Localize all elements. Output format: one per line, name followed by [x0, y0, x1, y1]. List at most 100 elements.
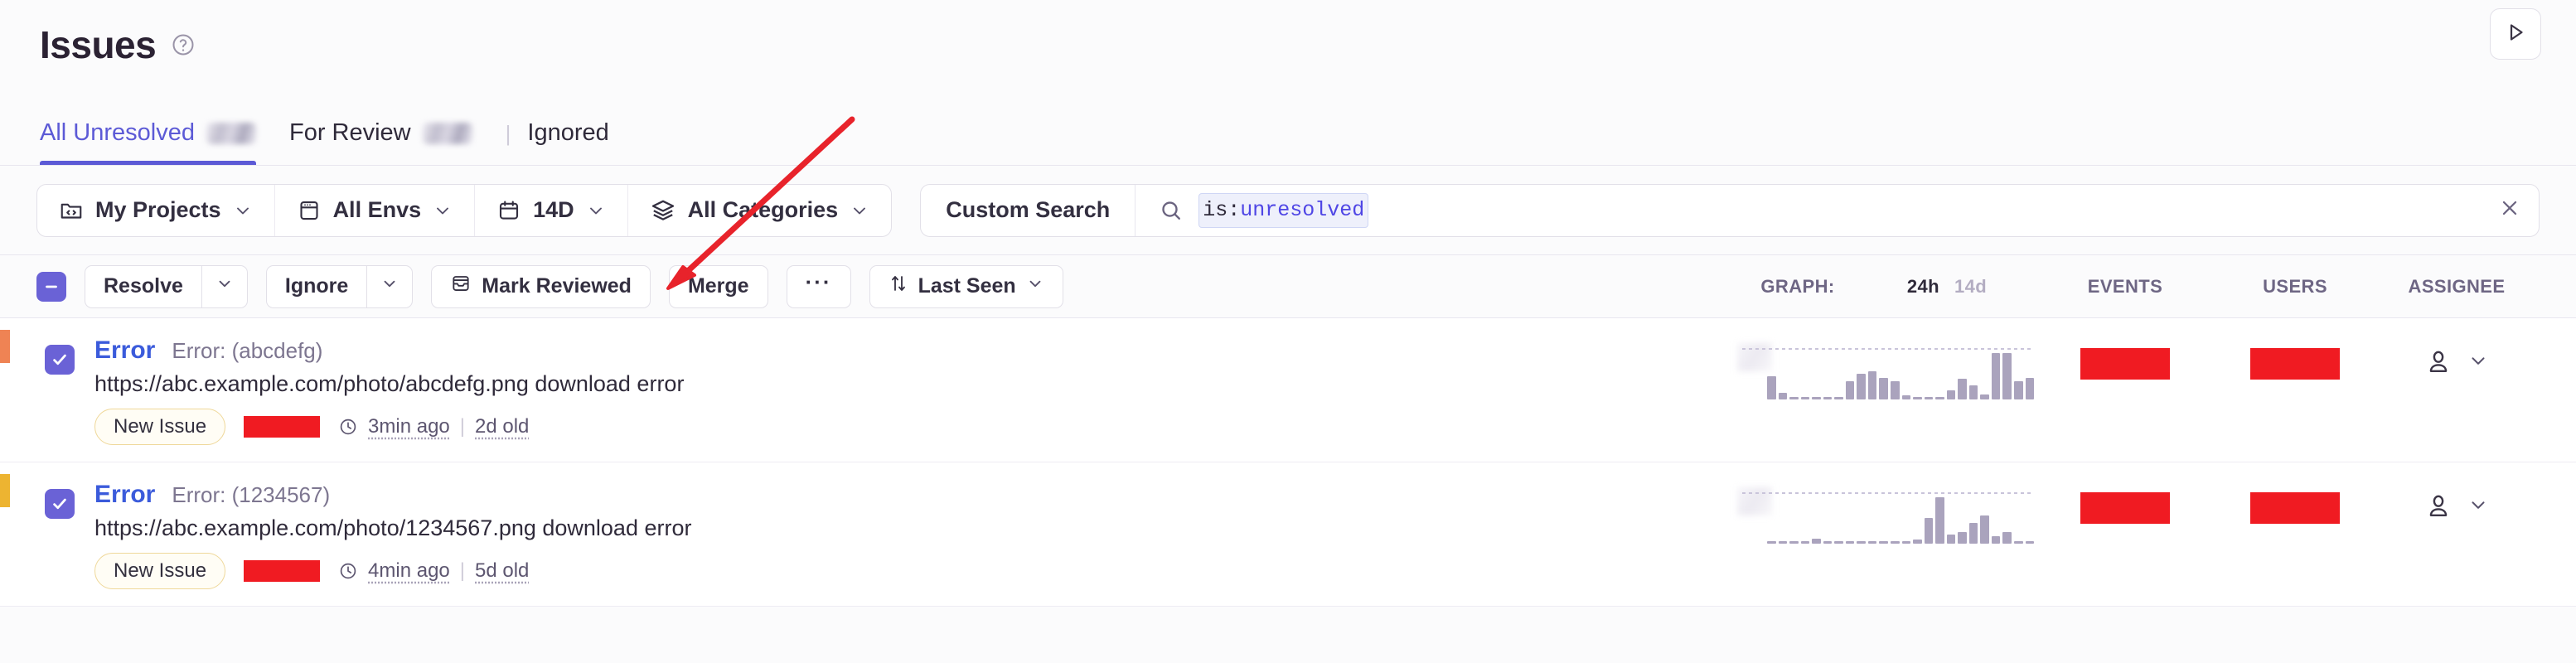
tab-ignored[interactable]: Ignored — [527, 119, 608, 165]
ignore-button[interactable]: Ignore — [265, 264, 367, 308]
time-divider: | — [459, 415, 466, 438]
tab-for-review[interactable]: For Review — [289, 119, 472, 165]
assignee-cell[interactable] — [2374, 318, 2540, 376]
filter-all-envs[interactable]: All Envs — [275, 184, 476, 236]
query-value: unresolved — [1240, 197, 1365, 222]
users-count-redacted — [2250, 492, 2340, 524]
sparkline-bar — [1767, 376, 1776, 399]
events-column-header: EVENTS — [2087, 275, 2163, 297]
inbox-icon — [450, 273, 472, 300]
issue-message: https://abc.example.com/photo/abcdefg.pn… — [94, 371, 685, 396]
users-count-cell — [2216, 462, 2374, 524]
resolve-split-button: Resolve — [85, 264, 248, 308]
tab-label: All Unresolved — [40, 119, 195, 146]
sparkline-bar — [1812, 396, 1821, 399]
resolve-button[interactable]: Resolve — [85, 264, 201, 308]
filter-time-range[interactable]: 14D — [475, 184, 628, 236]
sparkline-bar — [1991, 535, 2001, 544]
sparkline-bar — [1879, 377, 1889, 399]
events-count-cell — [2034, 318, 2216, 380]
question-circle-icon[interactable] — [171, 32, 196, 57]
merge-button[interactable]: Merge — [668, 264, 768, 308]
users-count-redacted — [2250, 348, 2340, 380]
graph-range-24h[interactable]: 24h — [1907, 276, 1939, 298]
filter-all-categories[interactable]: All Categories — [628, 185, 892, 236]
issue-sparkline-cell — [1736, 462, 2035, 544]
time-divider: | — [459, 559, 466, 582]
custom-search-button[interactable]: Custom Search — [921, 184, 1136, 236]
play-button[interactable] — [2490, 8, 2541, 60]
sparkline-bar — [1879, 540, 1889, 544]
tab-badge-redacted — [206, 122, 256, 144]
events-count-redacted — [2080, 492, 2170, 524]
row-checkbox[interactable] — [45, 345, 75, 375]
mark-reviewed-button[interactable]: Mark Reviewed — [431, 264, 651, 308]
mark-reviewed-label: Mark Reviewed — [482, 274, 632, 298]
search-icon — [1159, 198, 1184, 223]
clock-icon — [338, 561, 358, 581]
filter-label: 14D — [533, 197, 574, 222]
sort-button[interactable]: Last Seen — [869, 264, 1063, 308]
sparkline-bar — [1823, 396, 1833, 399]
filter-my-projects[interactable]: My Projects — [37, 184, 275, 236]
close-x-icon — [2497, 196, 2522, 225]
column-headers: GRAPH: 24h 14d EVENTS USERS ASSIGNEE — [1736, 255, 2540, 317]
sparkline-bar — [1913, 540, 1922, 544]
issue-sparkline-cell — [1736, 318, 2035, 399]
users-column-header: USERS — [2263, 275, 2327, 297]
sparkline-bar — [1778, 540, 1788, 544]
chevron-down-icon[interactable] — [2467, 494, 2489, 520]
filter-bar: My Projects All Envs 14D All Categories … — [0, 166, 2576, 255]
sparkline-bar — [1980, 515, 1989, 544]
last-seen-value: 4min ago — [368, 559, 450, 582]
search-clear-button[interactable] — [2481, 185, 2539, 236]
issues-page: Issues All Unresolved For Review | Ignor… — [0, 0, 2576, 663]
search-bar: Custom Search is: unresolved — [920, 183, 2540, 237]
sparkline-bar — [1924, 396, 1934, 399]
sparkline-bars — [1767, 492, 2035, 544]
tab-all-unresolved[interactable]: All Unresolved — [40, 119, 256, 165]
issue-timestamps: 4min ago | 5d old — [338, 559, 529, 583]
last-seen-value: 3min ago — [368, 415, 450, 438]
graph-range-toggle: 24h 14d — [1860, 276, 2034, 298]
table-row[interactable]: Error Error: (abcdefg) https://abc.examp… — [0, 318, 2576, 462]
issue-tabs: All Unresolved For Review | Ignored — [0, 90, 2576, 166]
sparkline-bar — [1968, 385, 1978, 399]
page-title: Issues — [40, 23, 157, 66]
folder-code-icon — [59, 198, 84, 223]
events-count-cell — [2034, 462, 2216, 524]
search-query-token[interactable]: is: unresolved — [1198, 192, 1369, 228]
calendar-icon — [496, 198, 521, 223]
sparkline-bar — [2014, 540, 2023, 544]
issue-title-link[interactable]: Error — [94, 481, 155, 509]
sparkline-bar — [2014, 381, 2023, 399]
assignee-column-header: ASSIGNEE — [2408, 275, 2506, 297]
sparkline-bar — [1935, 497, 1944, 544]
ignore-dropdown-button[interactable] — [366, 264, 414, 308]
sparkline-bar — [1845, 381, 1855, 399]
row-checkbox[interactable] — [45, 489, 75, 519]
sparkline-bar — [2002, 532, 2012, 544]
resolve-dropdown-button[interactable] — [201, 264, 248, 308]
assignee-cell[interactable] — [2374, 462, 2540, 520]
more-actions-button[interactable]: ··· — [786, 264, 851, 308]
sparkline-bar — [1935, 396, 1944, 399]
graph-range-14d[interactable]: 14d — [1954, 276, 1987, 298]
status-badge: New Issue — [94, 409, 226, 445]
chevron-down-icon — [233, 201, 253, 220]
issue-message: https://abc.example.com/photo/1234567.pn… — [94, 515, 692, 540]
age-value: 5d old — [475, 559, 530, 582]
issue-title-link[interactable]: Error — [94, 336, 155, 365]
sparkline-bar — [1834, 540, 1843, 544]
filter-label: All Categories — [687, 197, 839, 222]
sparkline-bar — [1834, 396, 1843, 399]
sparkline-bar — [1789, 396, 1799, 399]
sort-arrows-icon — [889, 273, 908, 299]
chevron-down-icon[interactable] — [2467, 350, 2489, 375]
sparkline-bar — [1800, 540, 1810, 544]
action-toolbar: Resolve Ignore Mark Reviewed Merge ··· L… — [0, 255, 2576, 318]
sparkline-bar — [1789, 540, 1799, 544]
select-all-checkbox[interactable] — [36, 271, 66, 302]
search-input[interactable]: is: unresolved — [1135, 185, 2481, 236]
table-row[interactable]: Error Error: (1234567) https://abc.examp… — [0, 462, 2576, 607]
